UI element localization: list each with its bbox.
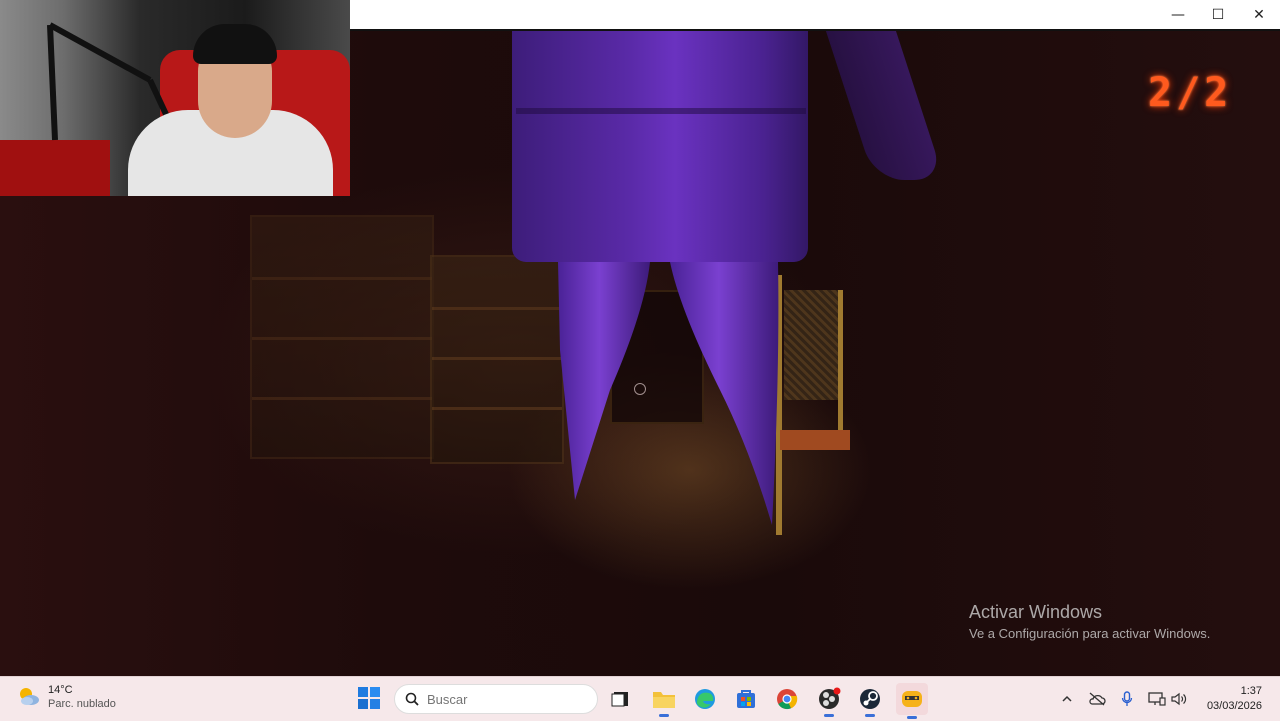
task-view-button[interactable] <box>606 685 634 713</box>
crosshair <box>634 383 646 395</box>
active-indicator <box>865 714 875 717</box>
game-button[interactable] <box>896 683 928 719</box>
webcam-overlay <box>0 0 350 196</box>
obs-button[interactable] <box>815 685 843 717</box>
purple-creature-body <box>512 30 808 262</box>
windows-activation-watermark: Activar Windows Ve a Configuración para … <box>969 602 1210 641</box>
streamer-hair <box>193 24 277 64</box>
steam-icon <box>860 689 880 709</box>
obs-icon <box>819 687 841 709</box>
store-button[interactable] <box>732 685 760 713</box>
partly-cloudy-icon <box>20 688 39 705</box>
clock[interactable]: 1:37 03/03/2026 <box>1207 684 1262 714</box>
active-indicator <box>659 714 669 717</box>
window-titlebar[interactable]: — ☐ ✕ <box>350 0 1280 31</box>
microphone-tray-button[interactable] <box>1118 690 1136 708</box>
weather-temperature: 14°C <box>48 684 73 696</box>
edge-icon <box>695 689 715 709</box>
collectible-counter: 2/2 <box>1148 70 1233 116</box>
start-button[interactable] <box>357 686 381 710</box>
active-indicator <box>907 716 917 719</box>
bookshelf-left <box>250 215 434 459</box>
creature-band <box>516 108 806 114</box>
speaker-icon <box>1171 692 1187 706</box>
microphone-icon <box>1121 691 1133 706</box>
volume-tray-button[interactable] <box>1170 690 1188 708</box>
activation-subtitle: Ve a Configuración para activar Windows. <box>969 626 1211 641</box>
windows-logo-icon <box>358 687 380 709</box>
minimize-button[interactable]: — <box>1158 0 1198 29</box>
search-icon <box>405 692 419 706</box>
creature-arm <box>825 30 945 180</box>
purple-creature-legs <box>558 262 779 525</box>
network-tray-button[interactable] <box>1148 690 1166 708</box>
file-explorer-button[interactable] <box>650 685 678 717</box>
clock-date: 03/03/2026 <box>1206 700 1262 712</box>
taskbar: 14°C Parc. nublado Buscar 1:37 03/03/202… <box>0 676 1280 721</box>
folder-icon <box>653 692 675 708</box>
chrome-button[interactable] <box>773 685 801 713</box>
task-view-icon <box>611 692 628 707</box>
network-icon <box>1148 692 1166 706</box>
steam-button[interactable] <box>856 685 884 717</box>
weather-widget[interactable]: 14°C Parc. nublado <box>16 683 116 711</box>
search-box[interactable] <box>394 684 598 714</box>
weather-description: Parc. nublado <box>48 698 116 710</box>
cloud-off-icon <box>1089 692 1106 706</box>
maximize-button[interactable]: ☐ <box>1198 0 1238 29</box>
store-icon <box>737 690 755 708</box>
active-indicator <box>824 714 834 717</box>
edge-button[interactable] <box>691 685 719 713</box>
activation-title: Activar Windows <box>969 602 1103 622</box>
show-hidden-icons-button[interactable] <box>1058 690 1076 708</box>
game-app-icon <box>902 691 922 707</box>
onedrive-tray-button[interactable] <box>1088 690 1106 708</box>
search-input[interactable] <box>425 690 579 708</box>
close-button[interactable]: ✕ <box>1239 0 1279 29</box>
chevron-up-icon <box>1062 695 1072 702</box>
chrome-icon <box>777 689 798 710</box>
clock-time: 1:37 <box>1240 685 1262 697</box>
